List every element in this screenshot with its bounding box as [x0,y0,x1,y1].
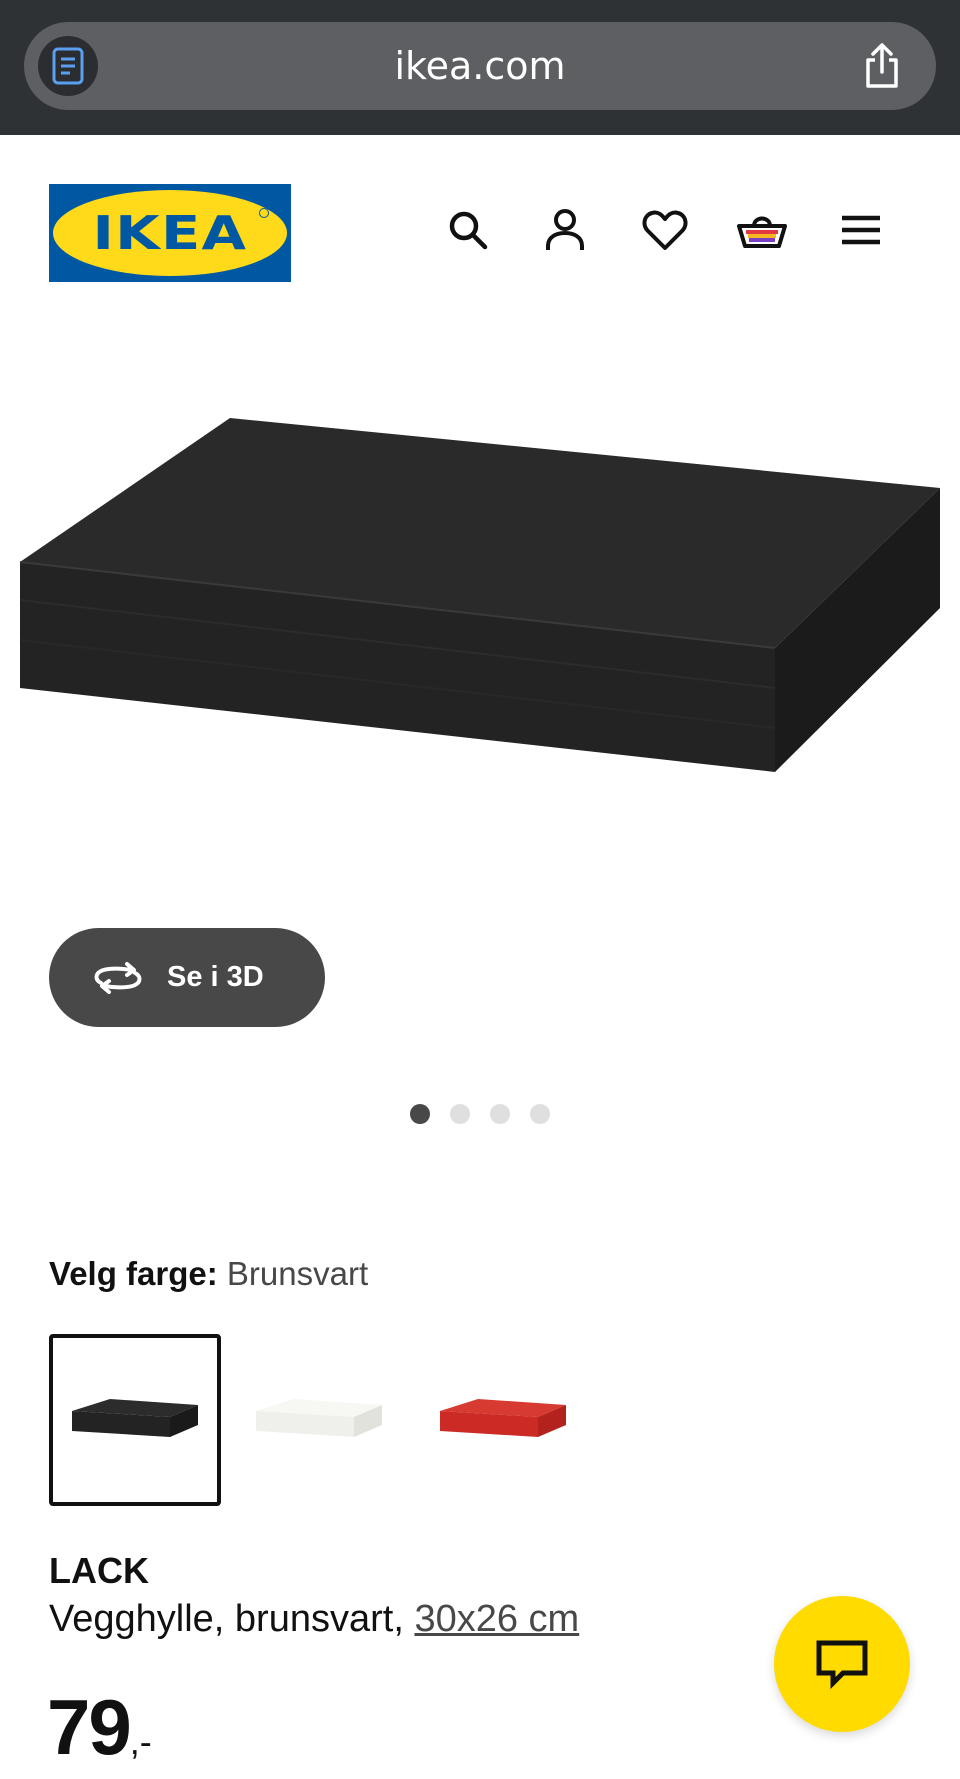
view-3d-button[interactable]: Se i 3D [49,928,325,1027]
account-button[interactable] [540,205,590,255]
product-type: Vegghylle, brunsvart, [49,1598,404,1640]
price-suffix: ,- [129,1721,152,1762]
carousel-dot[interactable] [450,1104,470,1124]
menu-button[interactable] [836,205,886,255]
size-link[interactable]: 30x26 cm [414,1598,579,1640]
logo-text: IKEA [92,206,248,260]
carousel-dot[interactable] [490,1104,510,1124]
swatch-white[interactable] [233,1334,405,1506]
product-price: 79,- [47,1682,152,1773]
selected-color: Brunsvart [226,1255,369,1292]
browser-toolbar: ikea.com [0,0,960,135]
account-icon [546,209,584,250]
share-button[interactable] [858,42,906,90]
search-icon [449,211,488,250]
carousel-indicator [410,1104,550,1124]
favourites-button[interactable] [640,205,690,255]
registered-mark [259,208,269,218]
color-swatches [49,1334,589,1506]
heart-icon [642,210,688,250]
ikea-logo[interactable]: IKEA [49,184,291,282]
address-bar[interactable]: ikea.com [24,22,936,110]
color-selector-label: Velg farge: Brunsvart [49,1255,368,1293]
product-name: LACK [49,1550,149,1591]
swatch-red[interactable] [417,1334,589,1506]
swatch-image [440,1399,566,1437]
rotate-3d-icon [94,961,142,994]
chat-icon [816,1640,868,1689]
basket-icon [737,216,787,248]
color-label: Velg farge: [49,1255,218,1292]
menu-icon [842,215,880,245]
chat-button[interactable] [774,1596,910,1732]
price-value: 79 [47,1683,132,1771]
basket-button[interactable] [737,205,787,255]
carousel-dot[interactable] [410,1104,430,1124]
carousel-dot[interactable] [530,1104,550,1124]
swatch-image [72,1399,198,1437]
view-3d-label: Se i 3D [167,961,264,993]
logo-ellipse: IKEA [53,190,287,276]
share-icon [866,43,898,88]
search-button[interactable] [443,205,493,255]
swatch-image [256,1399,382,1437]
product-image[interactable] [0,390,960,810]
product-description: Vegghylle, brunsvart, 30x26 cm [49,1598,579,1641]
url-text[interactable]: ikea.com [24,22,936,110]
swatch-brunsvart[interactable] [49,1334,221,1506]
